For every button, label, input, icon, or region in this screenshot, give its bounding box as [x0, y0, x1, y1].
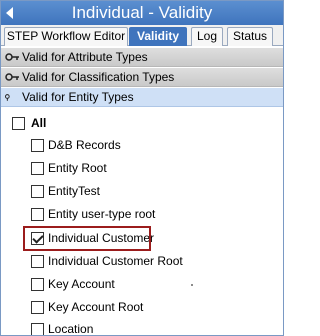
highlight-box	[23, 226, 151, 251]
entity-type-label: Entity user-type root	[48, 207, 156, 221]
tab-status[interactable]: Status	[227, 27, 273, 46]
entity-type-checkbox[interactable]	[31, 208, 44, 221]
tab-validity[interactable]: Validity	[129, 27, 187, 46]
entity-type-checkbox[interactable]	[31, 185, 44, 198]
section-entity-types[interactable]: Valid for Entity Types	[1, 88, 283, 107]
validity-window: Individual - Validity STEP Workflow Edit…	[0, 0, 284, 336]
section-attribute-types[interactable]: Valid for Attribute Types	[1, 48, 283, 67]
key-icon	[5, 53, 19, 61]
entity-type-label: Key Account Root	[48, 300, 144, 314]
section-label: Valid for Attribute Types	[22, 50, 148, 64]
section-label: Valid for Classification Types	[22, 70, 175, 84]
section-label: Valid for Entity Types	[22, 90, 134, 104]
entity-type-checkbox[interactable]	[31, 255, 44, 268]
entity-type-label: Location	[48, 322, 94, 336]
all-label: All	[31, 116, 47, 130]
entity-type-checkbox[interactable]	[31, 278, 44, 291]
entity-type-checkbox[interactable]	[31, 162, 44, 175]
key-expanded-icon	[5, 94, 10, 101]
tab-step-workflow-editor[interactable]: STEP Workflow Editor	[4, 27, 128, 46]
tab-log[interactable]: Log	[191, 27, 223, 46]
tab-strip: STEP Workflow Editor Validity Log Status	[1, 25, 283, 46]
title-bar: Individual - Validity	[1, 1, 283, 25]
entity-type-checkbox[interactable]	[31, 323, 44, 335]
entity-type-label: EntityTest	[48, 184, 101, 198]
entity-type-label: Key Account	[48, 277, 115, 291]
entity-type-label: Individual Customer Root	[48, 254, 183, 268]
all-checkbox[interactable]	[12, 117, 25, 130]
section-classification-types[interactable]: Valid for Classification Types	[1, 68, 283, 87]
entity-type-checkbox[interactable]	[31, 301, 44, 314]
stray-dot	[191, 284, 193, 286]
window-title: Individual - Validity	[71, 3, 213, 22]
entity-type-label: D&B Records	[48, 138, 121, 152]
entity-type-label: Entity Root	[48, 161, 107, 175]
entity-type-checkbox[interactable]	[31, 139, 44, 152]
key-icon	[5, 73, 19, 81]
